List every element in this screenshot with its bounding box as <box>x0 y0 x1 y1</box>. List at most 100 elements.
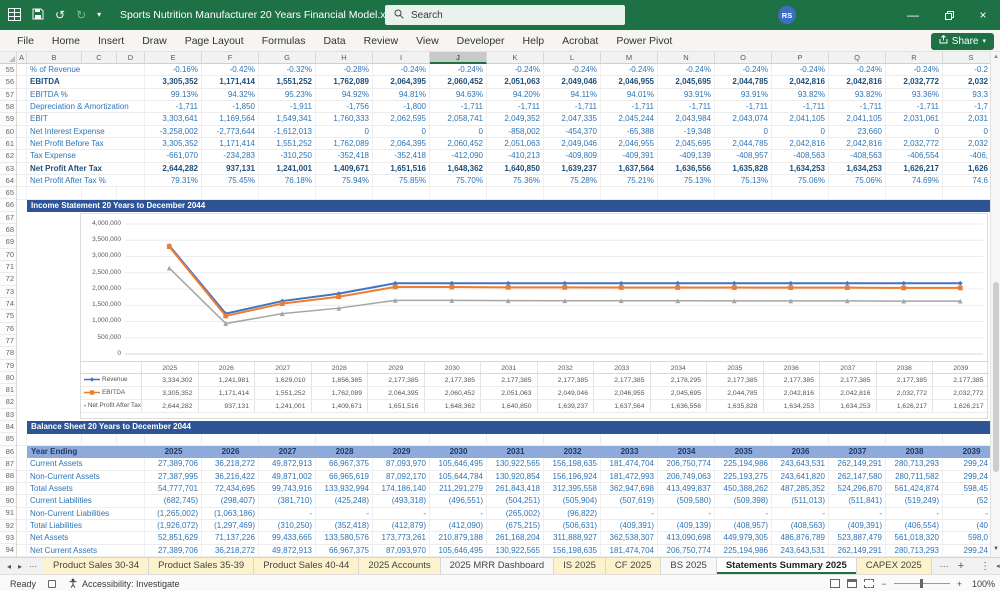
cell-L91[interactable]: (96,822) <box>544 508 601 520</box>
cell-R87[interactable]: 280,713,293 <box>886 458 943 470</box>
cell-S62[interactable]: -406, <box>943 150 990 162</box>
cell-Q55[interactable]: -0.24% <box>829 64 886 76</box>
cell-R59[interactable]: 2,031,061 <box>886 113 943 125</box>
cell-F89[interactable]: 72,434,695 <box>202 483 259 495</box>
cell-B93[interactable]: Net Assets <box>27 532 145 544</box>
cell-K65[interactable] <box>487 187 544 199</box>
cell-R90[interactable]: (519,249) <box>886 495 943 507</box>
zoom-out-icon[interactable]: − <box>881 579 886 589</box>
cell-Q93[interactable]: 523,887,479 <box>829 532 886 544</box>
cell-Q59[interactable]: 2,041,105 <box>829 113 886 125</box>
cell-N91[interactable]: - <box>658 508 715 520</box>
row-header-60[interactable]: 60 <box>0 126 16 138</box>
cell-G59[interactable]: 1,549,341 <box>259 113 316 125</box>
row-header-84[interactable]: 84 <box>0 421 16 433</box>
cell-K89[interactable]: 261,843,418 <box>487 483 544 495</box>
cell-R93[interactable]: 561,018,320 <box>886 532 943 544</box>
cell-B63[interactable]: Net Profit After Tax <box>27 163 145 175</box>
cell-F60[interactable]: -2,773,644 <box>202 126 259 138</box>
cell-I65[interactable] <box>373 187 430 199</box>
cell-M89[interactable]: 362,947,698 <box>601 483 658 495</box>
cell-A55[interactable] <box>17 64 27 76</box>
cell-G89[interactable]: 99,743,916 <box>259 483 316 495</box>
cell-K90[interactable]: (504,251) <box>487 495 544 507</box>
income-statement-banner[interactable]: Income Statement 20 Years to December 20… <box>27 200 990 212</box>
cell-J61[interactable]: 2,060,452 <box>430 138 487 150</box>
cell-Q87[interactable]: 262,149,291 <box>829 458 886 470</box>
qat-customize-icon[interactable]: ▾ <box>97 11 101 19</box>
excel-logo-icon[interactable] <box>8 8 21 23</box>
cell-I60[interactable]: 0 <box>373 126 430 138</box>
cell-M85[interactable] <box>601 434 658 446</box>
row-header-56[interactable]: 56 <box>0 76 16 88</box>
cell-J92[interactable]: (412,090) <box>430 520 487 532</box>
cell-Q65[interactable] <box>829 187 886 199</box>
cell-H89[interactable]: 133,932,994 <box>316 483 373 495</box>
cell-L90[interactable]: (505,904) <box>544 495 601 507</box>
cell-B62[interactable]: Tax Expense <box>27 150 145 162</box>
cell-E61[interactable]: 3,305,352 <box>145 138 202 150</box>
row-header-57[interactable]: 57 <box>0 89 16 101</box>
cell-S55[interactable]: -0.2 <box>943 64 990 76</box>
cell-K85[interactable] <box>487 434 544 446</box>
cell-K64[interactable]: 75.36% <box>487 175 544 187</box>
column-header-E[interactable]: E <box>145 52 202 64</box>
cell-F88[interactable]: 36,216,422 <box>202 471 259 483</box>
cell-H63[interactable]: 1,409,671 <box>316 163 373 175</box>
cell-I59[interactable]: 2,062,595 <box>373 113 430 125</box>
income-statement-chart[interactable]: 4,000,0003,500,0003,000,0002,500,0002,00… <box>80 213 988 419</box>
cell-I94[interactable]: 87,093,970 <box>373 545 430 557</box>
year-header-2026[interactable]: 2026 <box>202 446 259 458</box>
cell-S91[interactable]: - <box>943 508 990 520</box>
cell-I55[interactable]: -0.24% <box>373 64 430 76</box>
cell-F56[interactable]: 1,171,414 <box>202 76 259 88</box>
cell-S59[interactable]: 2,031 <box>943 113 990 125</box>
column-header-I[interactable]: I <box>373 52 430 64</box>
cell-L63[interactable]: 1,639,237 <box>544 163 601 175</box>
cell-A59[interactable] <box>17 113 27 125</box>
cell-F93[interactable]: 71,137,226 <box>202 532 259 544</box>
cell-P63[interactable]: 1,634,253 <box>772 163 829 175</box>
cell-G56[interactable]: 1,551,252 <box>259 76 316 88</box>
cell-M56[interactable]: 2,046,955 <box>601 76 658 88</box>
cell-A57[interactable] <box>17 89 27 101</box>
cell-H57[interactable]: 94.92% <box>316 89 373 101</box>
cell-S60[interactable]: 0 <box>943 126 990 138</box>
cell-E88[interactable]: 27,387,995 <box>145 471 202 483</box>
cell-G65[interactable] <box>259 187 316 199</box>
cell-E93[interactable]: 52,851,629 <box>145 532 202 544</box>
tab-more-icon[interactable]: ⋯ <box>29 562 37 571</box>
undo-icon[interactable]: ↺ <box>55 9 65 21</box>
sheet-tab-product-sales-35-39[interactable]: Product Sales 35-39 <box>149 558 254 574</box>
cell-J64[interactable]: 75.70% <box>430 175 487 187</box>
cell-P58[interactable]: -1,711 <box>772 101 829 113</box>
row-header-91[interactable]: 91 <box>0 507 16 519</box>
cell-R65[interactable] <box>886 187 943 199</box>
cell-L94[interactable]: 156,198,635 <box>544 545 601 557</box>
cell-N65[interactable] <box>658 187 715 199</box>
cell-R88[interactable]: 280,711,582 <box>886 471 943 483</box>
cell-M64[interactable]: 75.21% <box>601 175 658 187</box>
cell-I58[interactable]: -1,800 <box>373 101 430 113</box>
cell-G60[interactable]: -1,612,013 <box>259 126 316 138</box>
cell-L60[interactable]: -454,370 <box>544 126 601 138</box>
cell-P65[interactable] <box>772 187 829 199</box>
cell-P62[interactable]: -408,563 <box>772 150 829 162</box>
ribbon-tab-home[interactable]: Home <box>43 30 89 52</box>
row-header-85[interactable]: 85 <box>0 433 16 445</box>
accessibility-status[interactable]: Accessibility: Investigate <box>82 579 180 589</box>
cell-P93[interactable]: 486,876,789 <box>772 532 829 544</box>
cell-Q85[interactable] <box>829 434 886 446</box>
cell-N89[interactable]: 413,499,837 <box>658 483 715 495</box>
cell-A93[interactable] <box>17 532 27 544</box>
row-header-62[interactable]: 62 <box>0 150 16 162</box>
cell-R57[interactable]: 93.36% <box>886 89 943 101</box>
cell-E56[interactable]: 3,305,352 <box>145 76 202 88</box>
cell-H92[interactable]: (352,418) <box>316 520 373 532</box>
cell-E89[interactable]: 54,777,701 <box>145 483 202 495</box>
cell-I88[interactable]: 87,092,170 <box>373 471 430 483</box>
cell-K59[interactable]: 2,049,352 <box>487 113 544 125</box>
hscroll-left-icon[interactable]: ◂ <box>996 562 1000 570</box>
cell-H60[interactable]: 0 <box>316 126 373 138</box>
cell-L61[interactable]: 2,049,046 <box>544 138 601 150</box>
